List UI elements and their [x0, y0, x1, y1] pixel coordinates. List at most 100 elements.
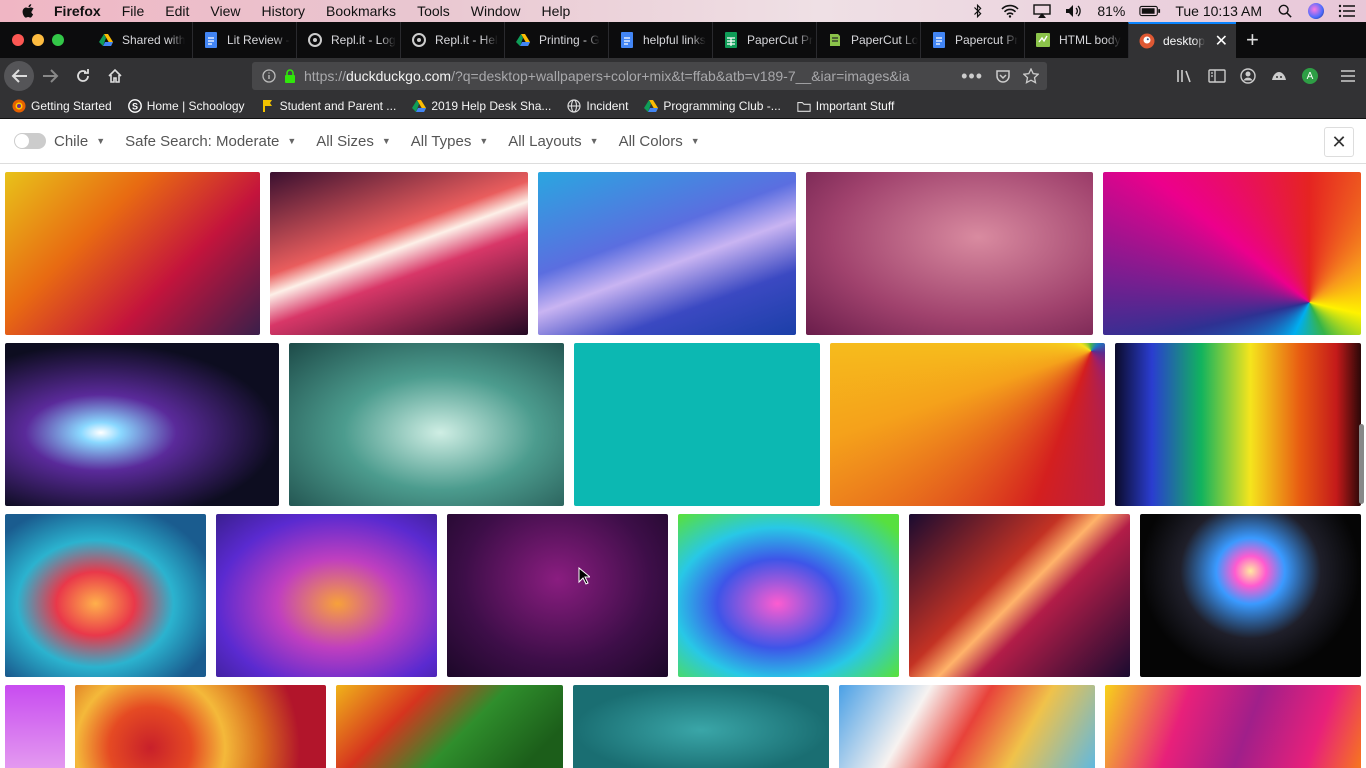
close-tab-icon[interactable]: ✕: [1215, 31, 1228, 51]
image-rainbow-curves[interactable]: [830, 343, 1105, 506]
image-mauve-gradient[interactable]: [806, 172, 1093, 335]
image-orange-streaks[interactable]: [909, 514, 1130, 677]
forward-button[interactable]: [36, 61, 66, 91]
tab-replit-log[interactable]: Repl.it - Log: [296, 22, 400, 58]
bookmark-incident[interactable]: Incident: [567, 99, 628, 113]
menu-app-firefox[interactable]: Firefox: [54, 3, 101, 19]
url-scheme: https://: [304, 68, 347, 84]
bookmark-flag-icon: [261, 99, 275, 113]
menu-edit[interactable]: Edit: [165, 3, 189, 19]
volume-icon[interactable]: [1065, 4, 1083, 18]
image-abstract-glass[interactable]: [216, 514, 437, 677]
airplay-icon[interactable]: [1033, 4, 1052, 18]
menu-history[interactable]: History: [261, 3, 305, 19]
image-purple-vignette[interactable]: [447, 514, 668, 677]
image-psychedelic-swirl[interactable]: [678, 514, 899, 677]
url-path: /?q=desktop+wallpapers+color+mix&t=ffab&…: [451, 68, 910, 84]
tab-helpful-links[interactable]: helpful links: [608, 22, 712, 58]
extension-icon[interactable]: [1270, 68, 1288, 84]
bluetooth-icon[interactable]: [969, 4, 987, 18]
menu-window[interactable]: Window: [471, 3, 521, 19]
image-roses[interactable]: [75, 685, 326, 768]
region-toggle[interactable]: [14, 133, 46, 149]
replit-icon: [307, 32, 323, 48]
back-button[interactable]: [4, 61, 34, 91]
info-icon[interactable]: [262, 69, 276, 83]
tab-papercut-pr-doc[interactable]: Papercut Pr: [920, 22, 1024, 58]
image-blue-waves[interactable]: [538, 172, 796, 335]
address-bar[interactable]: https://duckduckgo.com/?q=desktop+wallpa…: [252, 62, 1047, 90]
image-light-streak-pink[interactable]: [270, 172, 528, 335]
tab-replit-help[interactable]: Repl.it - Hel: [400, 22, 504, 58]
hamburger-menu-icon[interactable]: [1340, 69, 1356, 83]
menu-tools[interactable]: Tools: [417, 3, 450, 19]
image-spectrum-lines[interactable]: [1115, 343, 1361, 506]
page-scrollbar[interactable]: [1359, 424, 1364, 504]
image-teal-vignette[interactable]: [573, 685, 829, 768]
tab-lit-review[interactable]: Lit Review -: [192, 22, 296, 58]
image-feather-burst[interactable]: [5, 514, 206, 677]
reload-button[interactable]: [68, 61, 98, 91]
bookmark-programming-club[interactable]: Programming Club -...: [644, 99, 781, 113]
menubar-clock[interactable]: Tue 10:13 AM: [1175, 3, 1262, 19]
layout-filter-dropdown[interactable]: All Layouts ▼: [508, 133, 598, 150]
menu-view[interactable]: View: [210, 3, 240, 19]
image-pink-blur-partial[interactable]: [5, 685, 65, 768]
window-close-button[interactable]: [12, 34, 24, 46]
menu-help[interactable]: Help: [542, 3, 571, 19]
menu-bookmarks[interactable]: Bookmarks: [326, 3, 396, 19]
window-minimize-button[interactable]: [32, 34, 44, 46]
bookmark-help-desk[interactable]: 2019 Help Desk Sha...: [412, 99, 551, 113]
safe-search-dropdown[interactable]: Safe Search: Moderate ▼: [125, 133, 296, 150]
tab-papercut-pr[interactable]: PaperCut Pr: [712, 22, 816, 58]
secure-lock-icon[interactable]: [284, 69, 296, 83]
home-button[interactable]: [100, 61, 130, 91]
bookmark-star-icon[interactable]: [1023, 68, 1039, 84]
apple-menu-icon[interactable]: [20, 3, 38, 19]
color-filter-dropdown[interactable]: All Colors ▼: [619, 133, 700, 150]
type-filter-dropdown[interactable]: All Types ▼: [411, 133, 489, 150]
globe-icon: [567, 99, 581, 113]
image-paint-splash[interactable]: [839, 685, 1095, 768]
tab-shared-with[interactable]: Shared with: [88, 22, 192, 58]
bookmark-folder-important-stuff[interactable]: Important Stuff: [797, 99, 894, 113]
page-actions-icon[interactable]: •••: [961, 66, 983, 87]
mouse-cursor-icon: [578, 567, 590, 585]
wifi-icon[interactable]: [1001, 4, 1019, 18]
image-light-ribbons[interactable]: [5, 343, 279, 506]
bookmark-getting-started[interactable]: Getting Started: [12, 99, 112, 113]
image-mosaic-squares[interactable]: [5, 172, 260, 335]
image-teal-blur[interactable]: [289, 343, 564, 506]
url-host: duckduckgo.com: [346, 68, 452, 84]
image-results-grid: [0, 164, 1366, 768]
tab-papercut-lo[interactable]: PaperCut Lo: [816, 22, 920, 58]
bookmark-student-parent[interactable]: Student and Parent ...: [261, 99, 396, 113]
region-dropdown[interactable]: Chile ▼: [54, 133, 105, 150]
tab-printing[interactable]: Printing - G: [504, 22, 608, 58]
tab-html-body[interactable]: HTML body: [1024, 22, 1128, 58]
library-icon[interactable]: [1176, 68, 1194, 84]
image-magenta-ribbons[interactable]: [1105, 685, 1361, 768]
tab-desktop-active[interactable]: desktop ✕: [1128, 22, 1236, 58]
sidebar-toggle-icon[interactable]: [1208, 68, 1226, 84]
new-tab-button[interactable]: +: [1246, 27, 1259, 53]
account-icon[interactable]: [1240, 68, 1256, 84]
notification-center-icon[interactable]: [1338, 4, 1356, 18]
caret-down-icon: ▼: [690, 136, 700, 146]
bookmark-schoology[interactable]: S Home | Schoology: [127, 99, 245, 113]
image-paint-green[interactable]: [336, 685, 563, 768]
image-solid-teal[interactable]: [574, 343, 820, 506]
close-image-view-button[interactable]: ✕: [1324, 127, 1354, 157]
pocket-icon[interactable]: [995, 68, 1011, 84]
siri-icon[interactable]: [1308, 3, 1324, 19]
image-rainbow-heart[interactable]: [1140, 514, 1361, 677]
size-filter-dropdown[interactable]: All Sizes ▼: [316, 133, 390, 150]
battery-icon[interactable]: [1139, 4, 1161, 18]
caret-down-icon: ▼: [287, 136, 297, 146]
menu-file[interactable]: File: [122, 3, 145, 19]
image-rainbow-swirl[interactable]: [1103, 172, 1361, 335]
window-zoom-button[interactable]: [52, 34, 64, 46]
profile-avatar[interactable]: A: [1302, 68, 1318, 84]
spotlight-search-icon[interactable]: [1276, 4, 1294, 18]
url-text[interactable]: https://duckduckgo.com/?q=desktop+wallpa…: [304, 68, 944, 84]
